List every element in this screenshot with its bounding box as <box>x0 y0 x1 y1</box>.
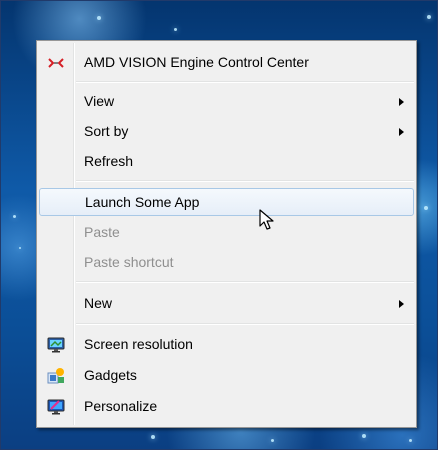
desktop-background[interactable]: AMD VISION Engine Control Center View So… <box>0 0 438 450</box>
menu-item-label: Paste shortcut <box>84 254 174 270</box>
wallpaper-sparkle <box>271 439 274 442</box>
menu-item-label: Refresh <box>84 153 134 169</box>
wallpaper-sparkle <box>409 439 412 442</box>
menu-item-label: View <box>84 93 115 109</box>
wallpaper-sparkle <box>19 247 21 249</box>
menu-item-screen-resolution[interactable]: Screen resolution <box>39 331 414 359</box>
wallpaper-sparkle <box>97 16 101 20</box>
menu-item-label: New <box>84 295 113 311</box>
wallpaper-sparkle <box>174 28 177 31</box>
menu-item-label: Sort by <box>84 123 129 139</box>
menu-item-paste[interactable]: Paste <box>39 219 414 247</box>
menu-separator <box>76 323 414 325</box>
menu-item-launch-some-app[interactable]: Launch Some App <box>39 188 414 216</box>
submenu-arrow-icon <box>399 98 404 106</box>
wallpaper-sparkle <box>362 434 366 438</box>
submenu-arrow-icon <box>399 128 404 136</box>
monitor-icon <box>47 337 65 353</box>
menu-item-label: Gadgets <box>84 367 137 383</box>
gadgets-icon <box>47 368 64 384</box>
menu-item-paste-shortcut[interactable]: Paste shortcut <box>39 249 414 277</box>
amd-icon <box>48 58 64 68</box>
submenu-arrow-icon <box>399 300 404 308</box>
personalize-icon <box>47 399 65 415</box>
menu-item-label: Screen resolution <box>84 336 193 352</box>
menu-separator <box>76 281 414 283</box>
menu-item-refresh[interactable]: Refresh <box>39 148 414 176</box>
desktop-context-menu: AMD VISION Engine Control Center View So… <box>36 40 417 428</box>
menu-item-label: Launch Some App <box>85 194 200 210</box>
menu-item-sort-by[interactable]: Sort by <box>39 118 414 146</box>
menu-separator <box>76 180 414 182</box>
menu-item-label: Paste <box>84 224 120 240</box>
menu-separator <box>76 81 414 83</box>
wallpaper-sparkle <box>424 206 428 210</box>
wallpaper-sparkle <box>151 435 155 439</box>
wallpaper-sparkle <box>427 15 431 19</box>
menu-item-gadgets[interactable]: Gadgets <box>39 362 414 390</box>
menu-item-label: Personalize <box>84 398 158 414</box>
arrow-cursor-icon <box>259 209 274 230</box>
menu-item-label: AMD VISION Engine Control Center <box>84 54 309 70</box>
menu-item-amd-vision-engine-control-center[interactable]: AMD VISION Engine Control Center <box>39 49 414 77</box>
wallpaper-sparkle <box>13 215 16 218</box>
menu-item-view[interactable]: View <box>39 88 414 116</box>
menu-item-personalize[interactable]: Personalize <box>39 393 414 421</box>
menu-item-new[interactable]: New <box>39 290 414 318</box>
